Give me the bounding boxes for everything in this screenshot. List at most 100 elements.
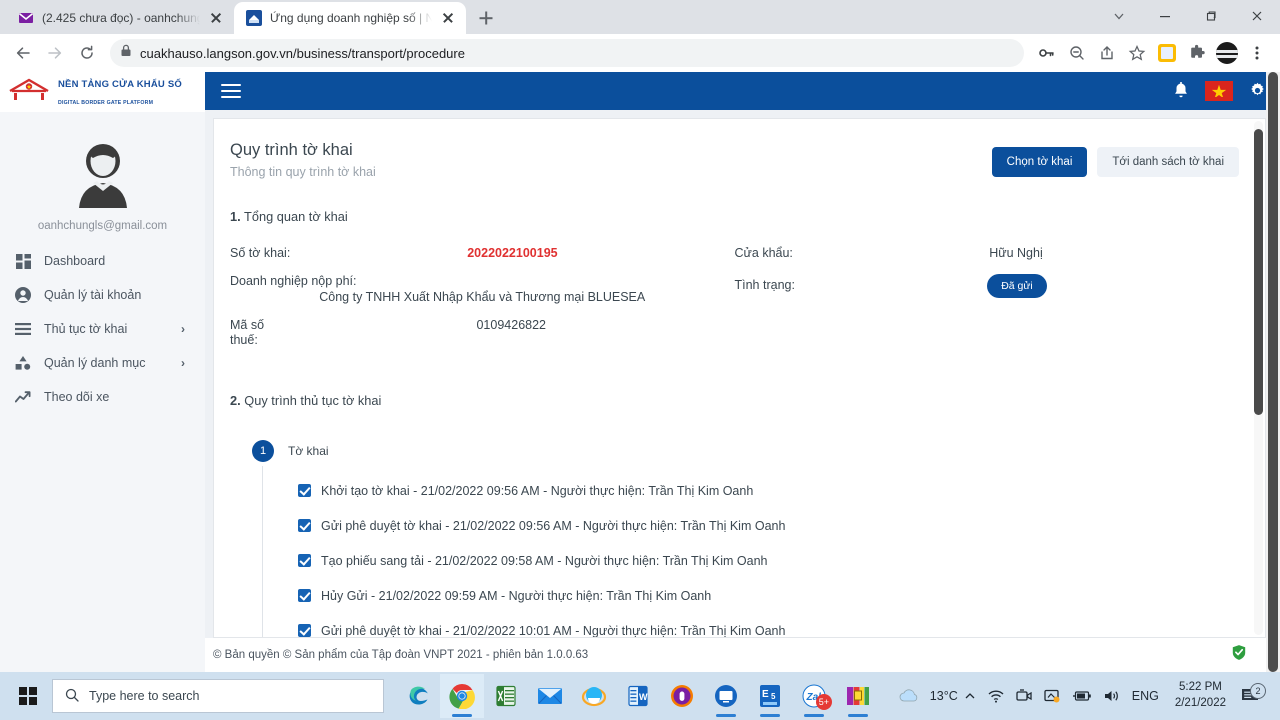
- content-scrollbar-thumb[interactable]: [1254, 128, 1263, 415]
- bell-icon[interactable]: [1173, 81, 1189, 100]
- category-shapes-icon: [14, 356, 32, 370]
- gmail-icon: [18, 10, 34, 26]
- back-icon[interactable]: [8, 38, 38, 68]
- sidebar-item-category-management[interactable]: Quản lý danh mục ›: [0, 346, 205, 380]
- status-badge: Đã gửi: [987, 273, 1047, 298]
- camera-icon[interactable]: [1010, 674, 1038, 718]
- list-item: Khởi tạo tờ khai - 21/02/2022 09:56 AM -…: [298, 484, 1239, 498]
- key-icon[interactable]: [1032, 38, 1062, 68]
- step-item-text: Khởi tạo tờ khai - 21/02/2022 09:56 AM -…: [321, 483, 754, 498]
- mail-icon[interactable]: [528, 674, 572, 718]
- step-number: 1: [252, 439, 274, 462]
- browser-tab-1[interactable]: (2.425 chưa đọc) - oanhchungls@: [6, 2, 234, 34]
- overview-row-border-gate: Cửa khẩu: Hữu Nghị: [735, 246, 1240, 260]
- clock-date: 2/21/2022: [1174, 697, 1226, 709]
- sidebar-item-label: Dashboard: [44, 254, 106, 268]
- sidebar-nav: Dashboard Quản lý tài khoản Thủ tục tờ k…: [0, 244, 205, 414]
- language-indicator[interactable]: ENG: [1126, 674, 1165, 718]
- shield-app-icon[interactable]: [660, 674, 704, 718]
- sidebar-item-dashboard[interactable]: Dashboard: [0, 244, 205, 278]
- close-icon[interactable]: [440, 10, 456, 26]
- step-connector-line: [262, 465, 263, 638]
- windows-taskbar: Type here to search W E5 Zalo: [0, 672, 1280, 720]
- overview-block: Số tờ khai: 2022022100195 Doanh nghiệp n…: [230, 246, 1239, 363]
- more-menu-icon[interactable]: [1242, 38, 1272, 68]
- section-2-title: 2. Quy trình thủ tục tờ khai: [230, 393, 1239, 408]
- zalo-icon[interactable]: Zalo 5+: [792, 674, 836, 718]
- search-input[interactable]: Type here to search: [52, 679, 384, 713]
- extensions-puzzle-icon[interactable]: [1182, 38, 1212, 68]
- page-scrollbar-thumb[interactable]: [1268, 72, 1278, 672]
- app-bar-actions: [1173, 80, 1266, 101]
- step-item-text: Gửi phê duyệt tờ khai - 21/02/2022 10:01…: [321, 623, 786, 638]
- tab-search-icon[interactable]: [1096, 0, 1142, 32]
- chrome-icon[interactable]: [440, 674, 484, 718]
- go-to-declaration-list-button[interactable]: Tới danh sách tờ khai: [1097, 146, 1239, 177]
- share-icon[interactable]: [1092, 38, 1122, 68]
- main-area: Quy trình tờ khai Thông tin quy trình tờ…: [205, 72, 1280, 672]
- toolbar-actions: [1032, 38, 1272, 68]
- list-item: Hủy Gửi - 21/02/2022 09:59 AM - Người th…: [298, 589, 1239, 603]
- volume-icon[interactable]: [1098, 674, 1126, 718]
- content-scroll-region: Quy trình tờ khai Thông tin quy trình tờ…: [213, 117, 1266, 639]
- edge-icon[interactable]: [396, 674, 440, 718]
- display-alert-icon[interactable]: [1038, 674, 1066, 718]
- checkbox-checked-icon[interactable]: [298, 484, 311, 498]
- profile-avatar-icon[interactable]: [1212, 38, 1242, 68]
- window-controls: [1096, 0, 1280, 32]
- border-gate-logo-icon: [6, 77, 52, 108]
- hamburger-icon[interactable]: [221, 83, 241, 98]
- clock-time: 5:22 PM: [1179, 681, 1222, 694]
- checkbox-checked-icon[interactable]: [298, 589, 311, 603]
- weather-temperature[interactable]: 13°C: [926, 689, 958, 703]
- cloud-icon[interactable]: [892, 674, 926, 718]
- browser-window: (2.425 chưa đọc) - oanhchungls@ Ứng dụng…: [0, 0, 1280, 672]
- sidebar-item-account[interactable]: Quản lý tài khoản: [0, 278, 205, 312]
- e5-app-icon[interactable]: E5: [748, 674, 792, 718]
- field-label: Tình trạng:: [734, 277, 795, 292]
- internet-explorer-icon[interactable]: [572, 674, 616, 718]
- maximize-icon[interactable]: [1188, 0, 1234, 32]
- sidebar-item-declaration-procedures[interactable]: Thủ tục tờ khai ›: [0, 312, 205, 346]
- reload-icon[interactable]: [72, 38, 102, 68]
- bookmark-star-icon[interactable]: [1122, 38, 1152, 68]
- brand-logo[interactable]: NỀN TẢNG CỬA KHẨU SỐ DIGITAL BORDER GATE…: [0, 72, 205, 112]
- monitor-app-icon[interactable]: [704, 674, 748, 718]
- sidebar-item-label: Quản lý tài khoản: [44, 288, 142, 302]
- gear-icon[interactable]: [1249, 82, 1266, 99]
- winrar-icon[interactable]: [836, 674, 880, 718]
- sidebar-item-vehicle-tracking[interactable]: Theo dõi xe: [0, 380, 205, 414]
- content-scrollbar[interactable]: [1254, 120, 1263, 636]
- notification-icon[interactable]: 2: [1236, 683, 1270, 705]
- brand-text: NỀN TẢNG CỬA KHẨU SỐ DIGITAL BORDER GATE…: [58, 75, 199, 109]
- page-scrollbar[interactable]: [1266, 72, 1280, 672]
- checkbox-checked-icon[interactable]: [298, 554, 311, 568]
- profile-block: oanhchungls@gmail.com: [0, 112, 205, 232]
- close-icon[interactable]: [1234, 0, 1280, 32]
- taskbar-clock[interactable]: 5:22 PM 2/21/2022: [1165, 680, 1236, 711]
- select-declaration-button[interactable]: Chọn tờ khai: [991, 146, 1088, 177]
- sidebar-item-label: Thủ tục tờ khai: [44, 322, 128, 336]
- browser-tab-2[interactable]: Ứng dụng doanh nghiệp số | Nền: [234, 2, 466, 34]
- excel-icon[interactable]: [484, 674, 528, 718]
- battery-icon[interactable]: [1066, 674, 1098, 718]
- minimize-icon[interactable]: [1142, 0, 1188, 32]
- overview-left-column: Số tờ khai: 2022022100195 Doanh nghiệp n…: [230, 246, 735, 363]
- close-icon[interactable]: [208, 10, 224, 26]
- chevron-up-icon[interactable]: [958, 674, 982, 718]
- checkbox-checked-icon[interactable]: [298, 624, 311, 638]
- word-icon[interactable]: W: [616, 674, 660, 718]
- sidebar: NỀN TẢNG CỬA KHẨU SỐ DIGITAL BORDER GATE…: [0, 72, 205, 672]
- page-content: Quy trình tờ khai Thông tin quy trình tờ…: [214, 119, 1265, 638]
- forward-icon[interactable]: [40, 38, 70, 68]
- overview-row-status: Tình trạng: Đã gửi: [734, 273, 1240, 298]
- zoom-out-icon[interactable]: [1062, 38, 1092, 68]
- checkbox-checked-icon[interactable]: [298, 519, 311, 533]
- address-bar[interactable]: cuakhauso.langson.gov.vn/business/transp…: [110, 39, 1024, 67]
- wifi-icon[interactable]: [982, 674, 1010, 718]
- extension-color-icon[interactable]: [1152, 38, 1182, 68]
- overview-row-company: Doanh nghiệp nộp phí: Công ty TNHH Xuất …: [230, 274, 735, 304]
- vietnam-flag-icon[interactable]: [1205, 80, 1233, 101]
- new-tab-button[interactable]: [472, 4, 500, 32]
- windows-start-icon[interactable]: [6, 674, 50, 718]
